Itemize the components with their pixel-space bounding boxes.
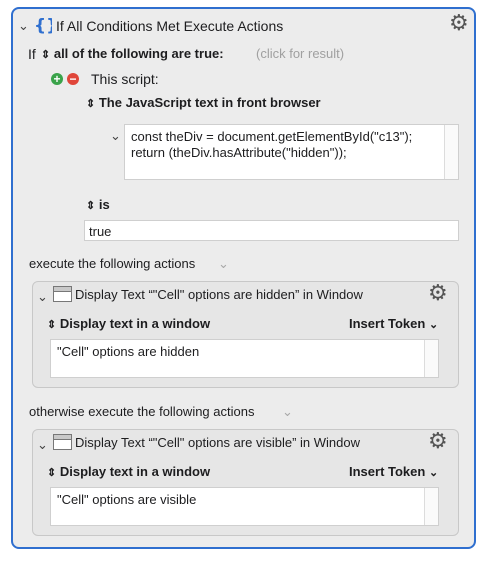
script-line: return (theDiv.hasAttribute("hidden")); [131,145,347,160]
comparison-label: is [98,197,110,212]
script-expand-chevron-icon[interactable]: ⌄ [110,129,121,142]
display-mode-select[interactable]: ⇕ Display text in a window [47,464,210,479]
updown-arrows-icon: ⇕ [47,467,57,479]
if-label: If [28,46,36,62]
execute-actions-chevron-icon[interactable]: ⌄ [218,257,229,270]
action-title: Display Text “"Cell" options are hidden”… [75,287,363,302]
action-title: Display Text “"Cell" options are visible… [75,435,360,450]
text-scrollbar[interactable] [424,488,438,525]
display-text-field[interactable]: "Cell" options are visible [50,487,439,526]
collapse-chevron-icon[interactable]: ⌄ [18,19,29,32]
comparison-value-field[interactable]: true [84,220,459,241]
updown-arrows-icon: ⇕ [86,98,96,110]
script-text-area[interactable]: const theDiv = document.getElementById("… [124,124,459,180]
display-mode-label: Display text in a window [59,464,211,479]
svg-text:{}: {} [34,16,52,35]
display-mode-label: Display text in a window [59,316,211,331]
otherwise-actions-chevron-icon[interactable]: ⌄ [282,405,293,418]
updown-arrows-icon: ⇕ [86,200,96,212]
insert-token-label: Insert Token [349,316,426,331]
script-scrollbar[interactable] [444,125,458,179]
condition-mode-select[interactable]: ⇕ all of the following are true: [41,46,224,61]
gear-icon[interactable]: ⚙ [428,282,448,304]
script-source-select[interactable]: ⇕ The JavaScript text in front browser [86,95,321,110]
action-collapse-chevron-icon[interactable]: ⌄ [37,438,48,451]
click-for-result-link[interactable]: (click for result) [256,46,344,61]
display-text-value: "Cell" options are hidden [57,344,200,359]
remove-condition-icon[interactable]: − [67,73,79,85]
display-mode-select[interactable]: ⇕ Display text in a window [47,316,210,331]
script-label: This script: [91,71,159,87]
execute-actions-label: execute the following actions [29,256,196,271]
otherwise-actions-label: otherwise execute the following actions [29,404,255,419]
window-icon [53,434,72,450]
comparison-select[interactable]: ⇕ is [86,197,110,212]
script-line: const theDiv = document.getElementById("… [131,129,413,144]
gear-icon[interactable]: ⚙ [449,12,469,34]
display-text-field[interactable]: "Cell" options are hidden [50,339,439,378]
insert-token-menu[interactable]: Insert Token ⌄ [349,464,438,479]
comparison-value: true [89,224,112,239]
gear-icon[interactable]: ⚙ [428,430,448,452]
script-source-label: The JavaScript text in front browser [98,95,321,110]
action-collapse-chevron-icon[interactable]: ⌄ [37,290,48,303]
chevron-down-icon: ⌄ [428,319,439,331]
chevron-down-icon: ⌄ [428,467,439,479]
window-icon [53,286,72,302]
insert-token-menu[interactable]: Insert Token ⌄ [349,316,438,331]
add-condition-icon[interactable]: + [51,73,63,85]
condition-mode-label: all of the following are true: [53,46,224,61]
insert-token-label: Insert Token [349,464,426,479]
updown-arrows-icon: ⇕ [41,49,51,61]
curly-braces-icon: {} [34,16,52,35]
updown-arrows-icon: ⇕ [47,319,57,331]
text-scrollbar[interactable] [424,340,438,377]
action-title: If All Conditions Met Execute Actions [56,18,284,34]
display-text-value: "Cell" options are visible [57,492,197,507]
